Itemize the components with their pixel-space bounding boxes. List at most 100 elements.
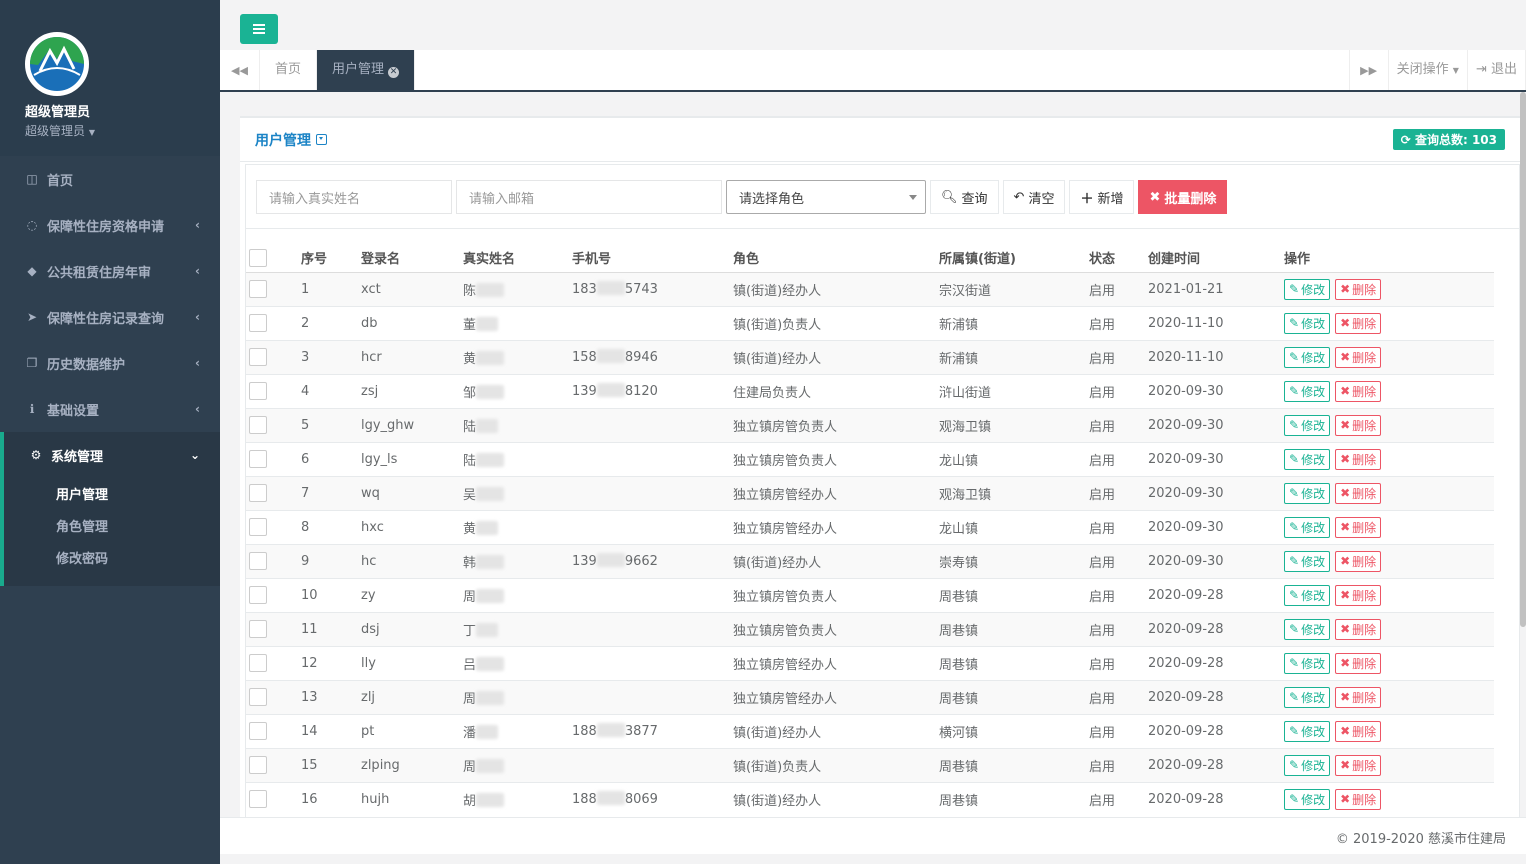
redacted-mask [596,723,625,737]
edit-button[interactable]: ✎ 修改 [1284,414,1331,436]
tab-home[interactable]: 首页 [260,50,318,90]
logout-button[interactable]: ⇥ 退出 [1468,50,1526,90]
delete-button[interactable]: ✖ 删除 [1335,482,1382,504]
tab-user-management[interactable]: 用户管理 ✕ [317,50,416,90]
edit-button[interactable]: ✎ 修改 [1284,312,1331,334]
edit-button[interactable]: ✎ 修改 [1284,482,1331,504]
redacted-mask [596,349,625,363]
submenu-role-management[interactable]: 角色管理 [4,512,220,544]
email-search-input[interactable]: 请输入邮箱 [456,180,722,214]
edit-button[interactable]: ✎ 修改 [1284,720,1331,742]
role-select[interactable]: 请选择角色 [726,180,926,214]
row-checkbox[interactable] [249,790,267,809]
row-checkbox[interactable] [249,688,267,706]
row-checkbox[interactable] [249,722,267,740]
query-button[interactable]: 🔍︎ 查询 [930,180,999,214]
total-count-label: 查询总数: 103 [1414,133,1497,147]
delete-button[interactable]: ✖ 删除 [1335,380,1382,402]
clear-button[interactable]: ↶ 清空 [1002,180,1066,214]
delete-button[interactable]: ✖ 删除 [1335,652,1382,674]
delete-button[interactable]: ✖ 删除 [1335,346,1382,368]
edit-button[interactable]: ✎ 修改 [1284,278,1331,300]
cell-login: lgy_ghw [361,407,463,442]
delete-button[interactable]: ✖ 删除 [1335,414,1382,436]
cell-actions: ✎ 修改 ✖ 删除 [1284,747,1494,782]
row-checkbox[interactable] [249,654,267,672]
phone-prefix: 183 [572,282,597,297]
row-select-cell [246,781,301,816]
delete-button[interactable]: ✖ 删除 [1335,584,1382,606]
delete-button[interactable]: ✖ 删除 [1335,278,1382,300]
select-all-checkbox[interactable] [249,248,267,267]
name-surname: 陈 [463,283,477,299]
edit-button[interactable]: ✎ 修改 [1284,686,1331,708]
row-checkbox[interactable] [249,416,267,434]
edit-button[interactable]: ✎ 修改 [1284,448,1331,470]
cell-phone: 139 9662 [572,543,733,578]
edit-button[interactable]: ✎ 修改 [1284,584,1331,606]
sidebar-item-rental-review[interactable]: ◆ 公共租赁住房年审 ‹ [0,248,220,294]
row-checkbox[interactable] [249,450,267,468]
row-checkbox[interactable] [249,518,267,536]
row-checkbox[interactable] [249,382,267,400]
row-checkbox[interactable] [249,586,267,604]
delete-button[interactable]: ✖ 删除 [1335,312,1382,334]
cell-town: 浒山街道 [939,373,1089,408]
menu-toggle-button[interactable] [240,14,278,44]
cell-no: 11 [301,611,361,646]
delete-button[interactable]: ✖ 删除 [1335,754,1382,776]
collapse-icon[interactable] [316,134,327,145]
phone-prefix: 158 [572,350,597,365]
delete-button[interactable]: ✖ 删除 [1335,720,1382,742]
edit-button[interactable]: ✎ 修改 [1284,346,1331,368]
row-checkbox[interactable] [249,620,267,638]
delete-button[interactable]: ✖ 删除 [1335,618,1382,640]
user-role-dropdown[interactable]: 超级管理员 ▼ [25,122,220,139]
edit-button[interactable]: ✎ 修改 [1284,788,1331,810]
edit-button[interactable]: ✎ 修改 [1284,550,1331,572]
submenu-user-management[interactable]: 用户管理 [4,480,220,512]
sidebar-item-settings[interactable]: ℹ 基础设置 ‹ [0,386,220,432]
delete-button[interactable]: ✖ 删除 [1335,788,1382,810]
delete-button[interactable]: ✖ 删除 [1335,686,1382,708]
cell-no: 1 [301,271,361,306]
tabs-scroll-right-button[interactable]: ▶▶ [1348,50,1389,90]
row-checkbox[interactable] [249,756,267,774]
name-search-input[interactable]: 请输入真实姓名 [256,180,452,214]
close-icon: ✖ [1340,282,1351,296]
add-button[interactable]: ＋新增 [1069,180,1135,214]
row-checkbox[interactable] [249,348,267,366]
row-select-cell [246,271,301,306]
tabs-scroll-left-button[interactable]: ◀◀ [220,50,260,90]
table-row: 7 wq 吴独立镇房管经办人 观海卫镇 启用 2020-09-30 ✎ 修改 ✖ 删除 [246,475,1494,510]
sidebar-item-system[interactable]: ⚙ 系统管理 ⌄ [0,432,220,478]
table-row: 6 lgy_ls 陆独立镇房管负责人 龙山镇 启用 2020-09-30 ✎ 修改 ✖ 删除 [246,441,1494,476]
close-operations-label: 关闭操作 [1396,62,1449,77]
sidebar-item-history[interactable]: ❐ 历史数据维护 ‹ [0,340,220,386]
page-scrollbar[interactable] [1520,92,1526,627]
edit-button[interactable]: ✎ 修改 [1284,618,1331,640]
row-checkbox[interactable] [249,552,267,570]
cell-login: hc [361,543,463,578]
edit-button[interactable]: ✎ 修改 [1284,754,1331,776]
close-operations-dropdown[interactable]: 关闭操作 ▼ [1389,50,1468,90]
edit-button[interactable]: ✎ 修改 [1284,652,1331,674]
close-tab-icon[interactable]: ✕ [388,67,400,78]
sidebar-item-home[interactable]: ◫ 首页 [0,156,220,202]
sidebar-item-housing-apply[interactable]: ◌ 保障性住房资格申请 ‹ [0,202,220,248]
row-checkbox[interactable] [249,484,267,502]
edit-button[interactable]: ✎ 修改 [1284,516,1331,538]
submenu-change-password[interactable]: 修改密码 [4,544,220,576]
cell-role: 镇(街道)负责人 [733,305,939,340]
delete-button[interactable]: ✖ 删除 [1335,550,1382,572]
cell-no: 5 [301,407,361,442]
delete-button[interactable]: ✖ 删除 [1335,516,1382,538]
delete-button[interactable]: ✖ 删除 [1335,448,1382,470]
batch-delete-button[interactable]: ✖ 批量删除 [1138,180,1228,214]
redacted-mask [596,791,625,806]
row-checkbox[interactable] [249,314,267,332]
header-select-all [246,244,301,273]
row-checkbox[interactable] [249,280,267,298]
sidebar-item-record-query[interactable]: ➤ 保障性住房记录查询 ‹ [0,294,220,340]
edit-button[interactable]: ✎ 修改 [1284,380,1331,402]
